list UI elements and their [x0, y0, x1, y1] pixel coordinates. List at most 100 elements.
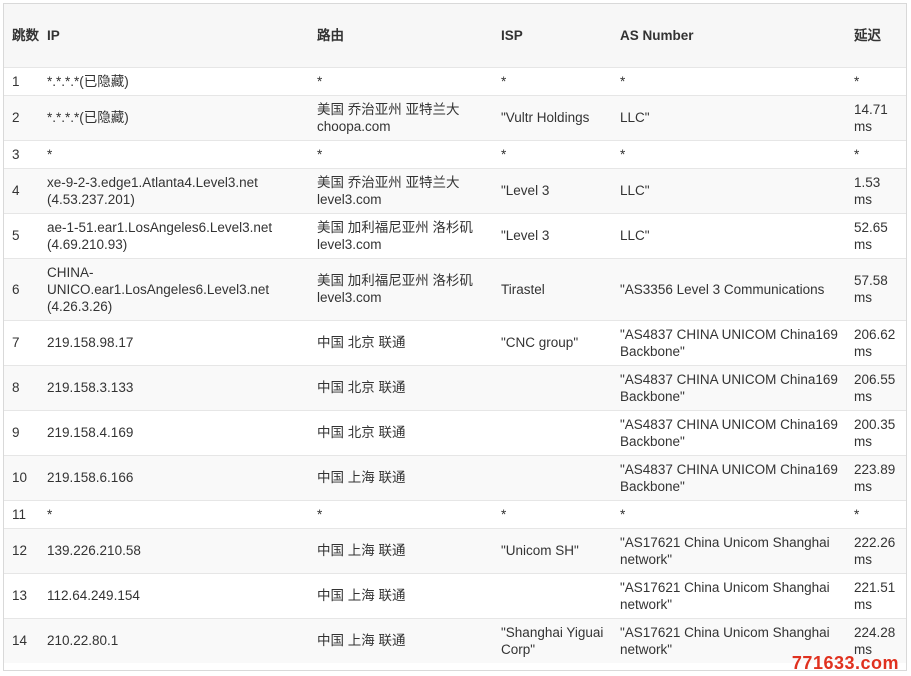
cell-latency: 52.65 ms — [854, 219, 888, 252]
cell-route: 中国 上海 联通 — [317, 543, 406, 558]
cell-latency: * — [854, 73, 860, 89]
table-row: 8 219.158.3.133 中国 北京 联通 "AS4837 CHINA UNIC… — [4, 365, 906, 410]
cell-latency: 223.89 ms — [854, 461, 896, 494]
table-row: 11 * * * * * — [4, 500, 906, 528]
cell-route: 中国 北京 联通 — [317, 380, 406, 395]
cell-as-number: LLC" — [620, 183, 650, 198]
cell-hop: 2 — [12, 110, 20, 125]
cell-as-number: "AS17621 China Unicom Shanghai network" — [620, 579, 830, 612]
cell-as-number: "AS17621 China Unicom Shanghai network" — [620, 534, 830, 567]
cell-route: 中国 上海 联通 — [317, 633, 406, 649]
cell-hop: 7 — [12, 335, 20, 350]
cell-ip: *.*.*.*(已隐藏) — [47, 73, 129, 89]
cell-latency: * — [854, 506, 860, 522]
cell-ip: 219.158.6.166 — [47, 470, 134, 485]
cell-hop: 1 — [12, 73, 20, 89]
cell-hop: 6 — [12, 281, 20, 297]
cell-ip: 219.158.98.17 — [47, 335, 134, 350]
cell-isp: "Level 3 — [501, 183, 550, 198]
cell-ip: xe-9-2-3.edge1.Atlanta4.Level3.net (4.53… — [47, 174, 258, 207]
cell-isp: "Shanghai Yiguai Corp" — [501, 624, 604, 657]
cell-route: 美国 乔治亚州 亚特兰大 choopa.com — [317, 101, 460, 134]
cell-latency: * — [854, 146, 860, 162]
header-route: 路由 — [317, 27, 344, 43]
cell-hop: 14 — [12, 633, 28, 649]
cell-latency: 206.55 ms — [854, 371, 896, 404]
cell-isp — [495, 455, 614, 500]
traceroute-table-frame: 跳数 IP 路由 ISP AS Number 延迟 1 *.*.*.*(已隐藏) *… — [3, 3, 907, 671]
cell-hop: 3 — [12, 146, 20, 162]
cell-ip: 210.22.80.1 — [47, 633, 119, 649]
cell-isp: * — [501, 506, 507, 522]
cell-ip: CHINA-UNICO.ear1.LosAngeles6.Level3.net … — [47, 264, 270, 314]
cell-ip: 219.158.4.169 — [47, 425, 134, 440]
cell-as-number: * — [620, 73, 626, 89]
cell-latency: 222.26 ms — [854, 534, 896, 567]
cell-as-number: * — [620, 146, 626, 162]
cell-isp: Tirastel — [501, 281, 545, 297]
cell-route: 中国 上海 联通 — [317, 588, 406, 603]
cell-route: * — [317, 73, 323, 89]
cell-route: 美国 乔治亚州 亚特兰大 level3.com — [317, 174, 460, 207]
cell-latency: 57.58 ms — [854, 273, 888, 305]
cell-isp: "Unicom SH" — [501, 543, 579, 558]
watermark: 771633.com — [791, 653, 899, 673]
table-row: 4 xe-9-2-3.edge1.Atlanta4.Level3.net (4.5… — [4, 168, 906, 213]
cell-route: * — [317, 506, 323, 522]
header-hop: 跳数 — [12, 27, 39, 43]
cell-latency: 206.62 ms — [854, 326, 896, 359]
table-row: 10 219.158.6.166 中国 上海 联通 "AS4837 CHINA UNI… — [4, 455, 906, 500]
cell-hop: 9 — [12, 425, 20, 440]
cell-isp: "Level 3 — [501, 228, 550, 243]
cell-latency: 14.71 ms — [854, 101, 888, 134]
cell-latency: 200.35 ms — [854, 416, 896, 449]
cell-route: 美国 加利福尼亚州 洛杉矶 level3.com — [317, 273, 474, 305]
cell-as-number: "AS4837 CHINA UNICOM China169 Backbone" — [620, 371, 838, 404]
header-ip: IP — [47, 27, 60, 43]
table-row: 2 *.*.*.*(已隐藏) 美国 乔治亚州 亚特兰大 choopa.com "Vul… — [4, 95, 906, 140]
cell-isp — [495, 410, 614, 455]
cell-as-number: "AS4837 CHINA UNICOM China169 Backbone" — [620, 461, 838, 494]
cell-ip: * — [47, 146, 53, 162]
cell-hop: 10 — [12, 470, 28, 485]
header-latency: 延迟 — [854, 27, 881, 43]
cell-route: 美国 加利福尼亚州 洛杉矶 level3.com — [317, 219, 474, 252]
cell-ip: 219.158.3.133 — [47, 380, 134, 395]
traceroute-table: 跳数 IP 路由 ISP AS Number 延迟 1 *.*.*.*(已隐藏) *… — [4, 4, 906, 663]
table-row: 14 210.22.80.1 中国 上海 联通 "Shanghai Yiguai Co… — [4, 618, 906, 663]
cell-latency: 221.51 ms — [854, 579, 896, 612]
cell-isp: * — [501, 146, 507, 162]
table-row: 7 219.158.98.17 中国 北京 联通 "CNC group" "AS4837… — [4, 320, 906, 365]
cell-ip: 139.226.210.58 — [47, 543, 141, 558]
cell-isp: "Vultr Holdings — [501, 110, 590, 125]
table-row: 3 * * * * * — [4, 140, 906, 168]
cell-ip: 112.64.249.154 — [47, 588, 140, 603]
table-row: 9 219.158.4.169 中国 北京 联通 "AS4837 CHINA UNIC… — [4, 410, 906, 455]
header-row: 跳数 IP 路由 ISP AS Number 延迟 — [4, 4, 906, 67]
table-row: 1 *.*.*.*(已隐藏) * * * * — [4, 67, 906, 95]
header-isp: ISP — [501, 27, 523, 43]
cell-ip: * — [47, 506, 53, 522]
cell-hop: 4 — [12, 183, 20, 198]
cell-hop: 12 — [12, 543, 28, 558]
table-row: 5 ae-1-51.ear1.LosAngeles6.Level3.net (4.… — [4, 213, 906, 258]
table-body: 1 *.*.*.*(已隐藏) * * * * 2 *.*.*.*(已隐藏) 美国 乔治亚州 亚特… — [4, 67, 906, 663]
cell-as-number: LLC" — [620, 110, 650, 125]
table-row: 6 CHINA-UNICO.ear1.LosAngeles6.Level3.net… — [4, 258, 906, 320]
cell-route: * — [317, 146, 323, 162]
cell-route: 中国 北京 联通 — [317, 425, 406, 440]
cell-ip: ae-1-51.ear1.LosAngeles6.Level3.net (4.6… — [47, 219, 273, 252]
cell-latency: 1.53 ms — [854, 174, 881, 207]
header-as-number: AS Number — [620, 27, 694, 43]
table-header: 跳数 IP 路由 ISP AS Number 延迟 — [4, 4, 906, 67]
cell-isp — [495, 573, 614, 618]
cell-hop: 11 — [12, 506, 27, 522]
table-row: 12 139.226.210.58 中国 上海 联通 "Unicom SH" "AS17… — [4, 528, 906, 573]
cell-as-number: "AS4837 CHINA UNICOM China169 Backbone" — [620, 416, 838, 449]
cell-hop: 13 — [12, 588, 28, 603]
cell-isp — [495, 365, 614, 410]
cell-hop: 5 — [12, 228, 20, 243]
cell-hop: 8 — [12, 380, 20, 395]
cell-isp: * — [501, 73, 507, 89]
cell-ip: *.*.*.*(已隐藏) — [47, 110, 129, 125]
